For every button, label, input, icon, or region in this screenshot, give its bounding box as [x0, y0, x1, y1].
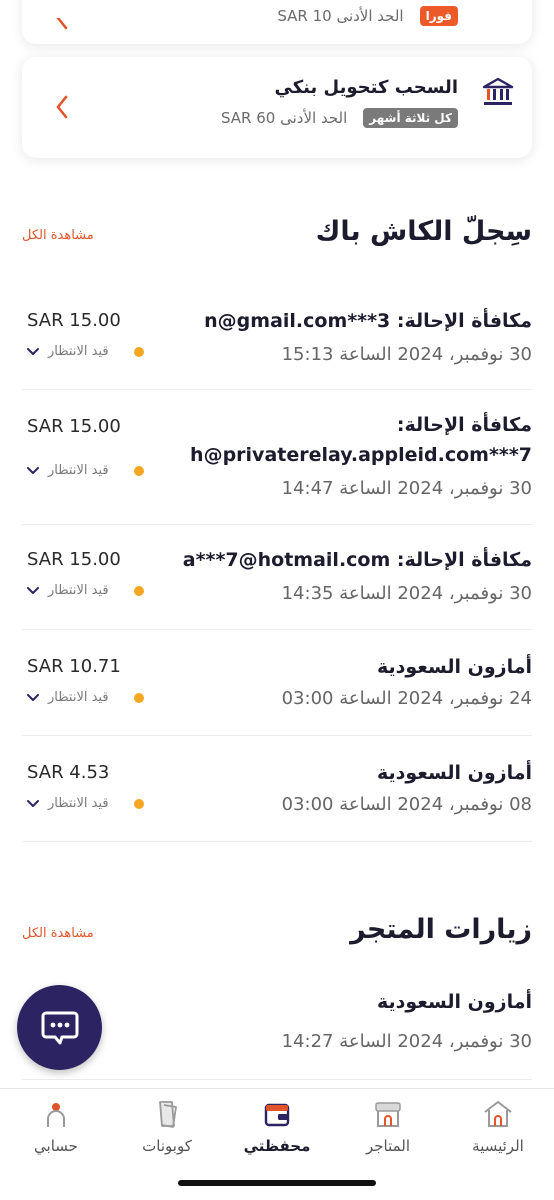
status-label: قيد الانتظار: [48, 344, 109, 359]
visit-store-name: أمازون السعودية: [376, 991, 532, 1013]
withdraw-bank-content: السحب كتحويل بنكي كل ثلاثة أشهر الحد الأ…: [221, 77, 458, 128]
cashback-row[interactable]: مكافأة الإحالة: a***7@hotmail.com 30 نوف…: [22, 525, 532, 630]
home-indicator[interactable]: [178, 1180, 376, 1186]
cashback-row[interactable]: مكافأة الإحالة: n@gmail.com***3 30 نوفمب…: [22, 290, 532, 390]
nav-home[interactable]: الرئيسية: [448, 1097, 548, 1155]
withdraw-instant-card[interactable]: فورا الحد الأدنى SAR 10: [22, 0, 532, 44]
pending-dot: [134, 585, 144, 596]
cashback-history-title: سِجلّ الكاش باك: [315, 216, 532, 247]
store-visits-header: زيارات المتجر مشاهدة الكل: [22, 914, 532, 954]
bank-icon: [482, 77, 514, 107]
nav-label: حسابي: [34, 1137, 78, 1155]
cashback-title-line2: h@privaterelay.appleid.com***7: [190, 444, 532, 466]
cashback-history-header: سِجلّ الكاش باك مشاهدة الكل: [22, 216, 532, 256]
profile-icon: [47, 1103, 65, 1127]
instant-badge: فورا: [419, 6, 458, 26]
status-toggle[interactable]: قيد الانتظار: [26, 796, 144, 811]
pending-dot: [134, 346, 144, 357]
chevron-left-icon: [52, 18, 72, 30]
chevron-down-icon: [27, 693, 39, 701]
nav-account[interactable]: حسابي: [6, 1097, 106, 1155]
status-toggle[interactable]: قيد الانتظار: [26, 344, 144, 359]
coupon-icon: [159, 1101, 177, 1128]
chat-icon: [41, 1011, 78, 1044]
nav-wallet[interactable]: محفظتي: [227, 1097, 327, 1155]
visits-view-all-link[interactable]: مشاهدة الكل: [22, 926, 94, 941]
wallet-screen: فورا الحد الأدنى SAR 10 السحب كتحويل بنك…: [0, 0, 554, 1200]
chevron-down-icon: [27, 799, 39, 807]
cashback-amount: SAR 15.00: [27, 310, 121, 331]
cashback-row[interactable]: مكافأة الإحالة: h@privaterelay.appleid.c…: [22, 390, 532, 525]
home-icon: [484, 1101, 512, 1127]
cashback-title: مكافأة الإحالة: a***7@hotmail.com: [182, 549, 532, 571]
nav-label: محفظتي: [243, 1137, 311, 1155]
cashback-title: مكافأة الإحالة: n@gmail.com***3: [204, 310, 532, 332]
chevron-down-icon: [27, 347, 39, 355]
withdraw-bank-card[interactable]: السحب كتحويل بنكي كل ثلاثة أشهر الحد الأ…: [22, 57, 532, 158]
store-icon: [375, 1102, 401, 1127]
nav-stores[interactable]: المتاجر: [338, 1097, 438, 1155]
cashback-date: 30 نوفمبر، 2024 الساعة 15:13: [281, 344, 532, 365]
cashback-view-all-link[interactable]: مشاهدة الكل: [22, 228, 94, 243]
status-label: قيد الانتظار: [48, 796, 109, 811]
status-label: قيد الانتظار: [48, 463, 109, 478]
bank-min-label: الحد الأدنى SAR 60: [220, 109, 348, 127]
cashback-date: 08 نوفمبر، 2024 الساعة 03:00: [281, 794, 532, 815]
cashback-date: 30 نوفمبر، 2024 الساعة 14:35: [281, 583, 532, 604]
chevron-down-icon: [27, 586, 39, 594]
pending-dot: [134, 465, 144, 476]
withdraw-bank-meta: كل ثلاثة أشهر الحد الأدنى SAR 60: [221, 108, 458, 128]
visit-date: 30 نوفمبر، 2024 الساعة 14:27: [281, 1031, 532, 1052]
cashback-amount: SAR 15.00: [27, 549, 121, 570]
cashback-title: أمازون السعودية: [376, 656, 532, 678]
quarterly-badge: كل ثلاثة أشهر: [363, 108, 458, 128]
chevron-down-icon: [27, 466, 39, 474]
chevron-left-icon: [52, 95, 72, 119]
nav-label: كوبونات: [142, 1137, 192, 1155]
status-toggle[interactable]: قيد الانتظار: [26, 463, 144, 478]
nav-label: الرئيسية: [472, 1137, 524, 1155]
status-toggle[interactable]: قيد الانتظار: [26, 583, 144, 598]
withdraw-bank-title: السحب كتحويل بنكي: [274, 77, 459, 98]
cashback-row[interactable]: أمازون السعودية 24 نوفمبر، 2024 الساعة 0…: [22, 630, 532, 736]
chat-support-button[interactable]: [17, 985, 102, 1070]
status-toggle[interactable]: قيد الانتظار: [26, 690, 144, 705]
nav-coupons[interactable]: كوبونات: [117, 1097, 217, 1155]
cashback-amount: SAR 15.00: [27, 416, 121, 437]
cashback-date: 24 نوفمبر، 2024 الساعة 03:00: [281, 688, 532, 709]
cashback-title-line1: مكافأة الإحالة:: [396, 414, 532, 436]
cashback-row[interactable]: أمازون السعودية 08 نوفمبر، 2024 الساعة 0…: [22, 736, 532, 842]
wallet-icon: [264, 1103, 290, 1127]
status-label: قيد الانتظار: [48, 583, 109, 598]
cashback-title: أمازون السعودية: [376, 762, 532, 784]
store-visits-title: زيارات المتجر: [350, 914, 532, 945]
cashback-amount: SAR 4.53: [27, 762, 110, 783]
cashback-amount: SAR 10.71: [27, 656, 121, 677]
instant-min-label: الحد الأدنى SAR 10: [277, 7, 404, 25]
withdraw-instant-meta: فورا الحد الأدنى SAR 10: [277, 6, 458, 26]
nav-label: المتاجر: [365, 1137, 411, 1155]
pending-dot: [134, 798, 144, 809]
cashback-date: 30 نوفمبر، 2024 الساعة 14:47: [281, 478, 532, 499]
status-label: قيد الانتظار: [48, 690, 109, 705]
pending-dot: [134, 692, 144, 703]
